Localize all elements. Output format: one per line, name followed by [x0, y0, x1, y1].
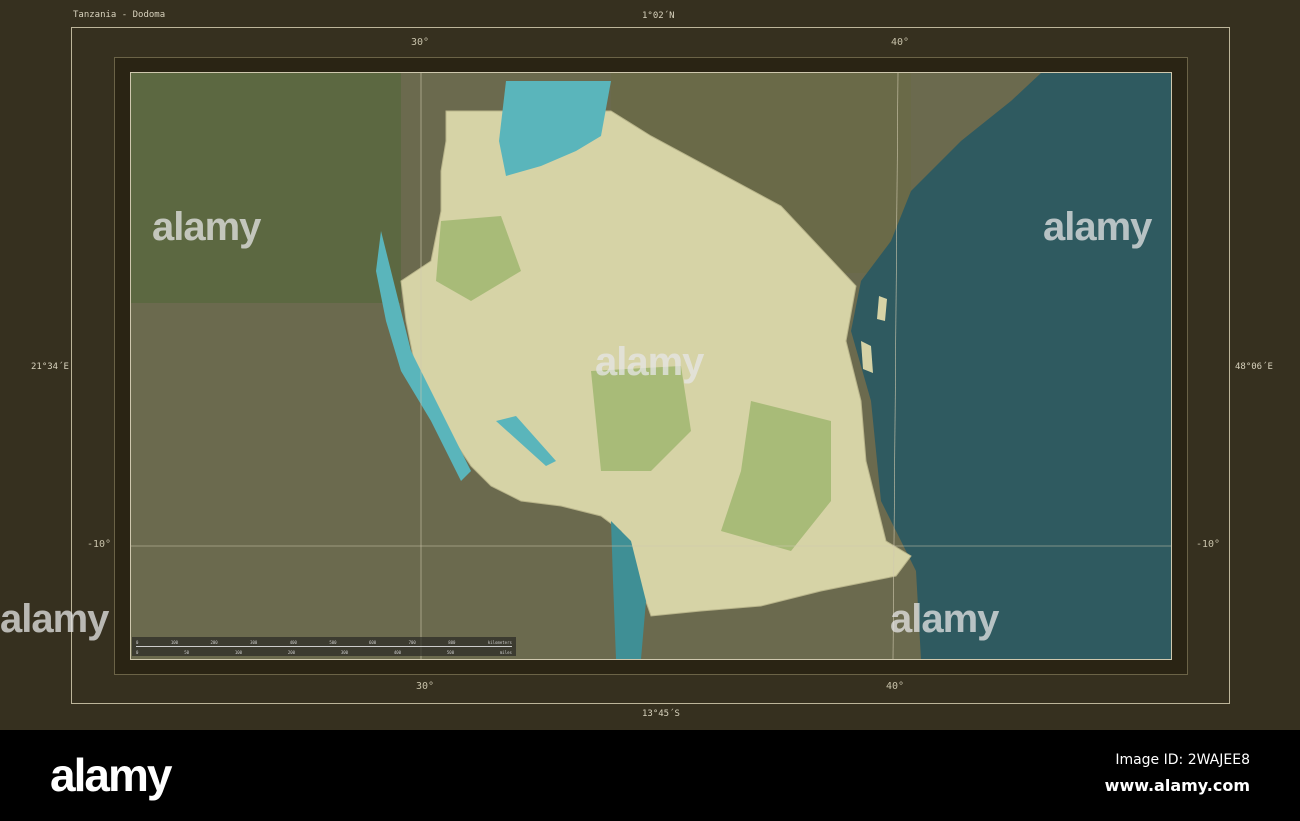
scale-km-5: 500	[329, 640, 337, 645]
map-panel: Tanzania - Dodoma 1°02´N 13°45´S 21°34´E…	[0, 0, 1300, 730]
forest-area	[131, 73, 401, 303]
watermark: alamy	[152, 205, 261, 249]
scale-km-3: 300	[250, 640, 258, 645]
scale-km-unit: kilometers	[487, 640, 512, 645]
watermark: alamy	[0, 597, 109, 641]
scale-bar: 0 100 200 300 400 500 600 700 800 kilome…	[132, 637, 516, 656]
grid-label-bottom-40: 40°	[886, 681, 905, 692]
scale-km-7: 700	[408, 640, 416, 645]
scale-mi-3: 200	[287, 650, 296, 655]
scale-mi-5: 400	[393, 650, 402, 655]
scale-mi-2: 100	[234, 650, 243, 655]
north-bound: 1°02´N	[642, 11, 675, 21]
map-title: Tanzania - Dodoma	[73, 10, 166, 20]
scale-mi-4: 300	[340, 650, 349, 655]
scale-km-4: 400	[289, 640, 297, 645]
south-bound: 13°45´S	[642, 709, 680, 719]
scale-km-8: 800	[448, 640, 456, 645]
grid-label-top-40: 40°	[891, 37, 910, 48]
grid-label-bottom-30: 30°	[416, 681, 435, 692]
image-id: Image ID: 2WAJEE8	[1115, 752, 1250, 768]
grid-label-left-m10: -10°	[87, 539, 112, 550]
scale-mi-0: 0	[136, 650, 139, 655]
scale-km-6: 600	[368, 640, 377, 645]
site-link[interactable]: www.alamy.com	[1105, 776, 1250, 795]
watermark: alamy	[1043, 205, 1152, 249]
scale-mi-unit: miles	[499, 650, 512, 655]
grid-label-top-30: 30°	[411, 37, 430, 48]
west-bound: 21°34´E	[31, 362, 69, 372]
scale-mi-1: 50	[184, 650, 190, 655]
scale-km-0: 0	[136, 640, 139, 645]
scale-mi-6: 500	[446, 650, 455, 655]
scale-km-1: 100	[170, 640, 179, 645]
scale-km-2: 200	[210, 640, 218, 645]
watermark: alamy	[890, 597, 999, 641]
grid-label-right-m10: -10°	[1196, 539, 1221, 550]
east-bound: 48°06´E	[1235, 362, 1273, 372]
watermark: alamy	[595, 340, 704, 384]
alamy-logo: alamy	[50, 749, 172, 801]
